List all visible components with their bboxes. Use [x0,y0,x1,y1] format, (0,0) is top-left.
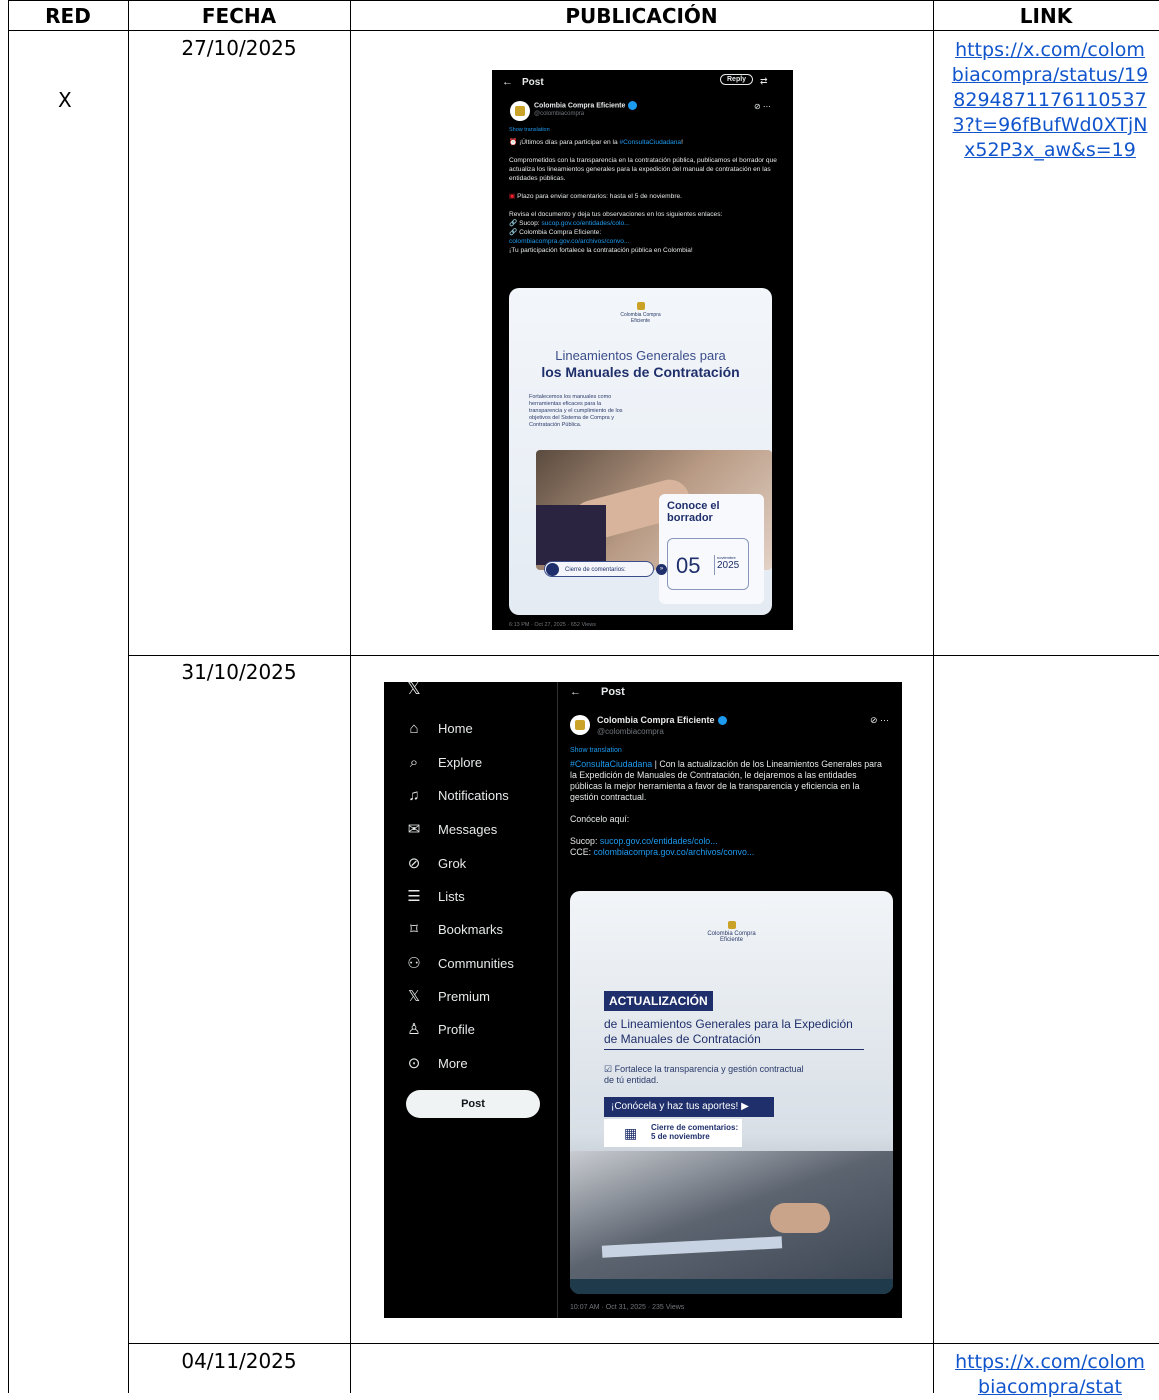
calendar-box: 05 noviembre 2025 [667,538,749,590]
grok-icon: ⊘ [407,855,421,872]
nav-home: ⌂ Home [404,720,472,737]
x-logo-icon: 𝕏 [407,682,421,698]
card-title-2: los Manuales de Contratación [541,364,740,380]
badge: ACTUALIZACIÓN [604,991,713,1011]
back-arrow-icon: ← [570,686,581,698]
header-bottom-border [8,30,1159,31]
nav-lists: ☰ Lists [404,887,464,905]
post-button: Post [406,1090,540,1118]
checkbox-icon: ☑ [604,1064,615,1074]
post-text: #ConsultaCiudadana | Con la actualizació… [570,759,882,857]
red-value: X [58,88,72,112]
nav-grok: ⊘ Grok [404,854,466,872]
calendar-icon: ▦ [624,1125,638,1141]
col-border-publicacion [933,0,934,1393]
table-top-border [8,0,1159,1]
post-meta: 10:07 AM · Oct 31, 2025 · 235 Views [570,1304,685,1311]
row-divider-2 [128,1343,1159,1344]
row1-link[interactable]: https://x.com/colombiacompra/status/1982… [950,38,1150,163]
nav-notifications: ♫ Notifications [404,787,508,804]
header-publicacion: PUBLICACIÓN [565,4,718,28]
mail-icon: ✉ [407,821,421,838]
avatar [510,101,530,121]
divider [557,682,558,1318]
cta-banner: ¡Conócela y haz tus aportes! ▶ [604,1097,774,1117]
card-check: ☑ Fortalece la transparencia y gestión c… [604,1064,804,1085]
row2-date: 31/10/2025 [181,660,297,684]
home-icon: ⌂ [409,720,419,737]
meeting-photo [570,1151,893,1294]
campaign-card-1: Colombia Compra Eficiente Lineamientos G… [509,288,772,615]
row-divider-1 [128,655,1159,656]
link-icon: 🔗 [509,220,518,227]
header-link: LINK [1019,4,1073,28]
bell-icon: ♫ [408,787,420,804]
reply-button: Reply [720,74,754,85]
translate-link: Show translation [570,747,622,754]
alarm-icon: ⏰ [509,139,518,146]
account-handle: @colombiacompra [534,111,585,117]
post-title: Post [601,686,625,698]
nav-profile: ♙ Profile [404,1020,475,1038]
list-icon: ☰ [407,888,421,905]
logo: Colombia Compra Eficiente [509,302,772,324]
col-border-left [8,0,9,1393]
nav-bookmarks: ⌑ Bookmarks [404,920,503,938]
row1-date: 27/10/2025 [181,36,297,60]
post-meta: 6:13 PM · Oct 27, 2025 · 652 Views [509,622,597,628]
grok-icon: ⊘ ⋯ [870,715,890,725]
bookmark-icon: ⌑ [410,921,418,938]
nav-explore: ⌕ Explore [404,754,482,771]
profile-icon: ♙ [407,1021,421,1038]
grok-icon: ⊘ ⋯ [754,102,771,111]
nav-messages: ✉ Messages [404,820,498,838]
cta-panel: Conoce el borrador 05 noviembre 2025 [659,494,764,604]
communities-icon: ⚇ [407,955,421,972]
cierre-pill: Cierre de comentarios: [544,561,654,577]
account-name: Colombia Compra Eficiente [534,101,638,110]
card-desc: Fortalecemos los manuales como herramien… [529,394,623,428]
calendar-icon [546,563,559,576]
nav-communities: ⚇ Communities [404,954,514,972]
post-screenshot-2: 𝕏 ⌂ Home ⌕ Explore ♫ Notifications ✉ Message… [384,682,902,1318]
header-fecha: FECHA [201,4,277,28]
translate-link: Show translation [509,127,550,133]
nav-premium: 𝕏 Premium [404,987,490,1005]
nav-more: ⊙ More [404,1054,468,1072]
cierre-box: ▦ Cierre de comentarios: 5 de noviembre [604,1119,742,1147]
header-red: RED [45,4,91,28]
avatar [570,715,590,735]
account-handle: @colombiacompra [597,727,664,736]
post-title: Post [522,77,544,88]
card-title-1: Lineamientos Generales para [555,348,726,363]
post-text: ⏰ ¡Últimos días para participar en la #C… [509,139,777,254]
calendar-icon: ▣ [509,193,516,200]
card-title: de Lineamientos Generales para la Expedi… [604,1017,864,1050]
col-border-fecha [350,0,351,1393]
cta-text: Conoce el borrador [667,500,720,524]
campaign-card-2: Colombia Compra Eficiente ACTUALIZACIÓN … [570,891,893,1294]
verified-icon [628,101,638,110]
account-name: Colombia Compra Eficiente [597,715,727,726]
verified-icon [717,716,727,726]
settings-icon: ⇄ [760,76,768,86]
row3-date: 04/11/2025 [181,1349,297,1373]
arrow-icon: » [656,564,667,575]
back-arrow-icon: ← [502,76,513,88]
search-icon: ⌕ [409,754,419,771]
logo: Colombia Compra Eficiente [570,921,893,943]
more-icon: ⊙ [407,1055,421,1072]
col-border-red [128,0,129,1393]
post-screenshot-1: ← Post Reply ⇄ Colombia Compra Eficiente… [492,70,793,630]
play-icon: ▶ [741,1101,749,1112]
x-logo-icon: 𝕏 [407,988,421,1005]
